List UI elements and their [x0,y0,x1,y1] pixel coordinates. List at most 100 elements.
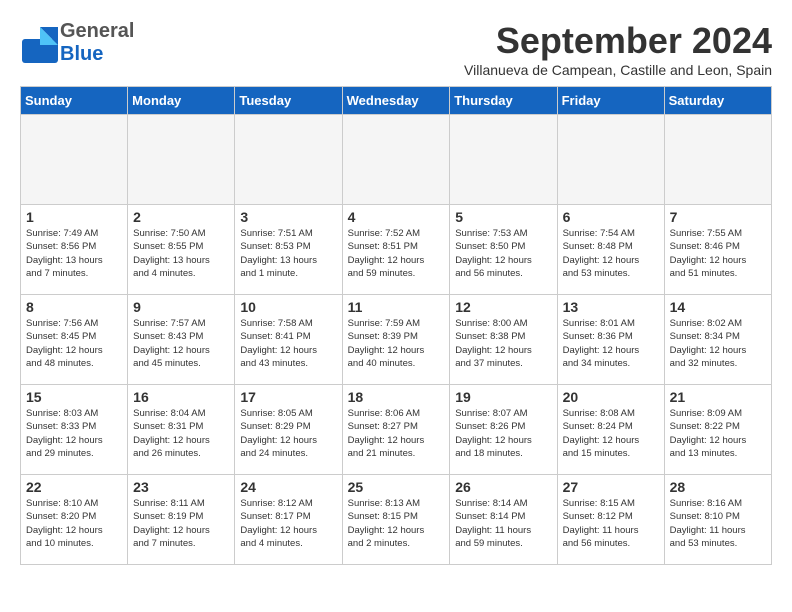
day-number: 2 [133,209,229,225]
day-number: 26 [455,479,551,495]
table-row [557,115,664,205]
day-info: Sunrise: 7:56 AM Sunset: 8:45 PM Dayligh… [26,317,122,370]
day-info: Sunrise: 8:10 AM Sunset: 8:20 PM Dayligh… [26,497,122,550]
table-row: 22 Sunrise: 8:10 AM Sunset: 8:20 PM Dayli… [21,475,128,565]
day-info: Sunrise: 8:04 AM Sunset: 8:31 PM Dayligh… [133,407,229,460]
day-info: Sunrise: 8:12 AM Sunset: 8:17 PM Dayligh… [240,497,336,550]
day-number: 10 [240,299,336,315]
col-monday: Monday [128,87,235,115]
calendar-week-row: 1 Sunrise: 7:49 AM Sunset: 8:56 PM Daylig… [21,205,772,295]
day-info: Sunrise: 8:03 AM Sunset: 8:33 PM Dayligh… [26,407,122,460]
day-number: 16 [133,389,229,405]
day-number: 12 [455,299,551,315]
day-number: 13 [563,299,659,315]
day-number: 23 [133,479,229,495]
table-row: 20Sunrise: 8:08 AM Sunset: 8:24 PM Dayli… [557,385,664,475]
day-info: Sunrise: 7:49 AM Sunset: 8:56 PM Dayligh… [26,227,122,280]
day-number: 11 [348,299,445,315]
table-row: 12 Sunrise: 8:00 AM Sunset: 8:38 PM Dayli… [450,295,557,385]
calendar-week-row: 22 Sunrise: 8:10 AM Sunset: 8:20 PM Dayli… [21,475,772,565]
table-row: 25 Sunrise: 8:13 AM Sunset: 8:15 PM Dayli… [342,475,450,565]
day-info: Sunrise: 8:00 AM Sunset: 8:38 PM Dayligh… [455,317,551,370]
day-number: 18 [348,389,445,405]
table-row: 7 Sunrise: 7:55 AM Sunset: 8:46 PM Daylig… [664,205,771,295]
table-row [664,115,771,205]
table-row: 3 Sunrise: 7:51 AM Sunset: 8:53 PM Daylig… [235,205,342,295]
col-sunday: Sunday [21,87,128,115]
page-header: General Blue September 2024 Villanueva d… [20,20,772,78]
day-number: 9 [133,299,229,315]
day-number: 28 [670,479,766,495]
col-tuesday: Tuesday [235,87,342,115]
day-info: Sunrise: 7:53 AM Sunset: 8:50 PM Dayligh… [455,227,551,280]
location-subtitle: Villanueva de Campean, Castille and Leon… [464,62,772,78]
title-section: September 2024 Villanueva de Campean, Ca… [464,20,772,78]
logo-blue-text: Blue [60,43,103,65]
table-row [450,115,557,205]
day-number: 25 [348,479,445,495]
calendar-week-row: 15Sunrise: 8:03 AM Sunset: 8:33 PM Dayli… [21,385,772,475]
table-row: 4Sunrise: 7:52 AM Sunset: 8:51 PM Daylig… [342,205,450,295]
table-row: 16 Sunrise: 8:04 AM Sunset: 8:31 PM Dayli… [128,385,235,475]
day-number: 19 [455,389,551,405]
day-number: 21 [670,389,766,405]
col-saturday: Saturday [664,87,771,115]
table-row: 15Sunrise: 8:03 AM Sunset: 8:33 PM Dayli… [21,385,128,475]
table-row: 18Sunrise: 8:06 AM Sunset: 8:27 PM Dayli… [342,385,450,475]
calendar-table: Sunday Monday Tuesday Wednesday Thursday… [20,86,772,565]
day-info: Sunrise: 7:51 AM Sunset: 8:53 PM Dayligh… [240,227,336,280]
day-info: Sunrise: 7:55 AM Sunset: 8:46 PM Dayligh… [670,227,766,280]
day-info: Sunrise: 8:16 AM Sunset: 8:10 PM Dayligh… [670,497,766,550]
table-row: 19 Sunrise: 8:07 AM Sunset: 8:26 PM Dayli… [450,385,557,475]
day-info: Sunrise: 8:15 AM Sunset: 8:12 PM Dayligh… [563,497,659,550]
table-row: 6Sunrise: 7:54 AM Sunset: 8:48 PM Daylig… [557,205,664,295]
table-row: 27 Sunrise: 8:15 AM Sunset: 8:12 PM Dayli… [557,475,664,565]
day-number: 1 [26,209,122,225]
day-number: 8 [26,299,122,315]
calendar-header-row: Sunday Monday Tuesday Wednesday Thursday… [21,87,772,115]
logo: General Blue [20,20,134,66]
table-row: 1 Sunrise: 7:49 AM Sunset: 8:56 PM Daylig… [21,205,128,295]
day-info: Sunrise: 7:54 AM Sunset: 8:48 PM Dayligh… [563,227,659,280]
day-info: Sunrise: 8:02 AM Sunset: 8:34 PM Dayligh… [670,317,766,370]
day-number: 5 [455,209,551,225]
table-row [342,115,450,205]
table-row: 23 Sunrise: 8:11 AM Sunset: 8:19 PM Dayli… [128,475,235,565]
day-number: 3 [240,209,336,225]
logo-text: General Blue [60,20,134,66]
day-number: 22 [26,479,122,495]
table-row: 8 Sunrise: 7:56 AM Sunset: 8:45 PM Daylig… [21,295,128,385]
table-row: 11Sunrise: 7:59 AM Sunset: 8:39 PM Dayli… [342,295,450,385]
table-row: 28 Sunrise: 8:16 AM Sunset: 8:10 PM Dayli… [664,475,771,565]
col-wednesday: Wednesday [342,87,450,115]
table-row: 24Sunrise: 8:12 AM Sunset: 8:17 PM Dayli… [235,475,342,565]
day-info: Sunrise: 7:52 AM Sunset: 8:51 PM Dayligh… [348,227,445,280]
day-number: 27 [563,479,659,495]
day-info: Sunrise: 8:08 AM Sunset: 8:24 PM Dayligh… [563,407,659,460]
table-row: 10 Sunrise: 7:58 AM Sunset: 8:41 PM Dayli… [235,295,342,385]
month-title: September 2024 [464,20,772,62]
day-info: Sunrise: 8:14 AM Sunset: 8:14 PM Dayligh… [455,497,551,550]
calendar-week-row: 8 Sunrise: 7:56 AM Sunset: 8:45 PM Daylig… [21,295,772,385]
col-friday: Friday [557,87,664,115]
table-row: 5 Sunrise: 7:53 AM Sunset: 8:50 PM Daylig… [450,205,557,295]
day-info: Sunrise: 8:01 AM Sunset: 8:36 PM Dayligh… [563,317,659,370]
day-number: 17 [240,389,336,405]
day-info: Sunrise: 8:09 AM Sunset: 8:22 PM Dayligh… [670,407,766,460]
table-row: 21 Sunrise: 8:09 AM Sunset: 8:22 PM Dayli… [664,385,771,475]
table-row: 9 Sunrise: 7:57 AM Sunset: 8:43 PM Daylig… [128,295,235,385]
table-row: 2Sunrise: 7:50 AM Sunset: 8:55 PM Daylig… [128,205,235,295]
day-info: Sunrise: 7:57 AM Sunset: 8:43 PM Dayligh… [133,317,229,370]
col-thursday: Thursday [450,87,557,115]
table-row: 13 Sunrise: 8:01 AM Sunset: 8:36 PM Dayli… [557,295,664,385]
calendar-week-row [21,115,772,205]
day-number: 7 [670,209,766,225]
logo-general-text: General [60,20,134,42]
table-row: 17 Sunrise: 8:05 AM Sunset: 8:29 PM Dayli… [235,385,342,475]
day-info: Sunrise: 8:11 AM Sunset: 8:19 PM Dayligh… [133,497,229,550]
day-info: Sunrise: 8:07 AM Sunset: 8:26 PM Dayligh… [455,407,551,460]
day-info: Sunrise: 8:13 AM Sunset: 8:15 PM Dayligh… [348,497,445,550]
table-row: 14Sunrise: 8:02 AM Sunset: 8:34 PM Dayli… [664,295,771,385]
day-info: Sunrise: 8:05 AM Sunset: 8:29 PM Dayligh… [240,407,336,460]
day-info: Sunrise: 7:58 AM Sunset: 8:41 PM Dayligh… [240,317,336,370]
